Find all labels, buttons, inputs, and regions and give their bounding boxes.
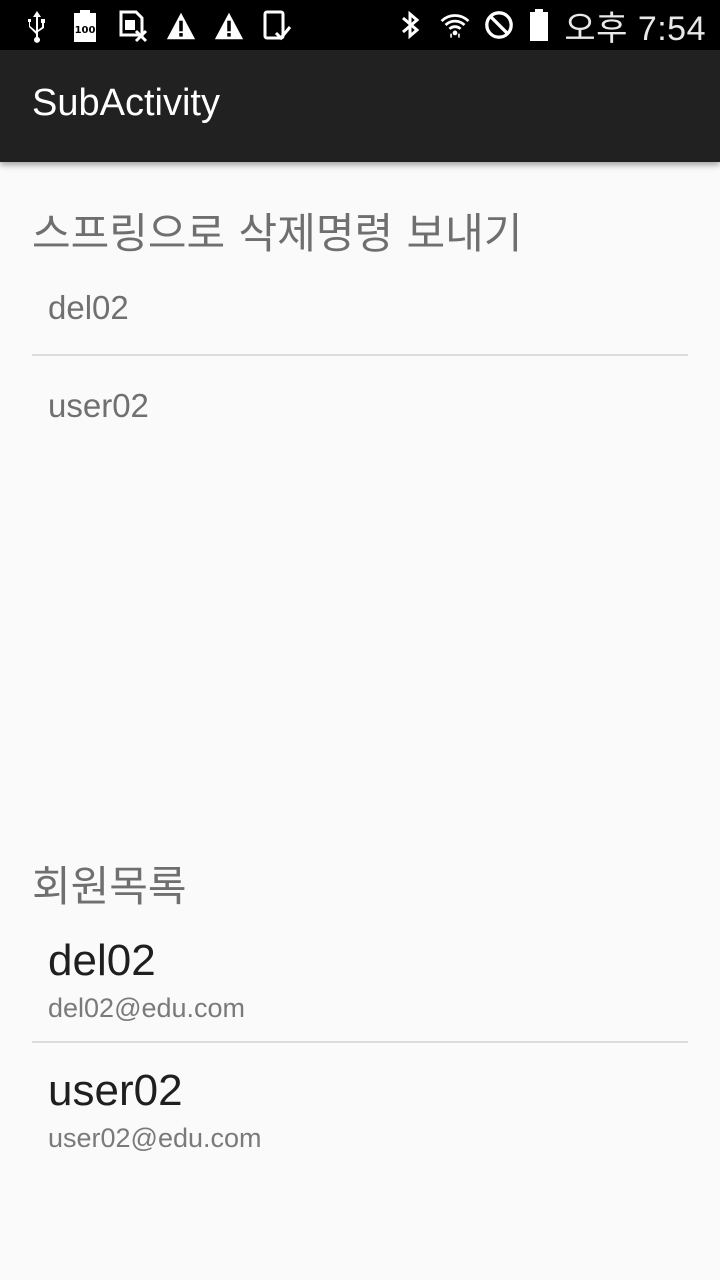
sim-blocked-icon (118, 9, 148, 43)
warning-icon (166, 9, 196, 43)
member-email: del02@edu.com (48, 993, 246, 1023)
battery-100-icon: 100 (70, 9, 100, 43)
delete-section-title: 스프링으로 삭제명령 보내기 (32, 209, 523, 258)
action-bar: SubActivity (0, 50, 720, 162)
status-clock: 오후 7:54 (564, 9, 706, 48)
battery-icon (528, 8, 550, 42)
member-email: user02@edu.com (48, 1123, 262, 1153)
usb-icon (22, 9, 52, 43)
list-divider (32, 1041, 688, 1043)
delete-list-item[interactable]: del02 (48, 289, 129, 327)
block-icon (484, 8, 514, 42)
warning-icon (214, 9, 244, 43)
svg-text:100: 100 (75, 25, 96, 36)
delete-list-item[interactable]: user02 (48, 387, 149, 425)
member-name: user02 (48, 1066, 183, 1115)
members-section-title: 회원목록 (32, 862, 187, 911)
notification-icons: 100 (22, 8, 292, 44)
member-name: del02 (48, 936, 156, 985)
bluetooth-icon (396, 8, 426, 42)
page-title: SubActivity (32, 82, 220, 124)
system-icons: 오후 7:54 (396, 4, 706, 48)
wifi-icon (440, 8, 470, 42)
status-bar: 100 오후 7:54 (0, 0, 720, 50)
tablet-check-icon (262, 9, 292, 43)
list-divider (32, 354, 688, 356)
